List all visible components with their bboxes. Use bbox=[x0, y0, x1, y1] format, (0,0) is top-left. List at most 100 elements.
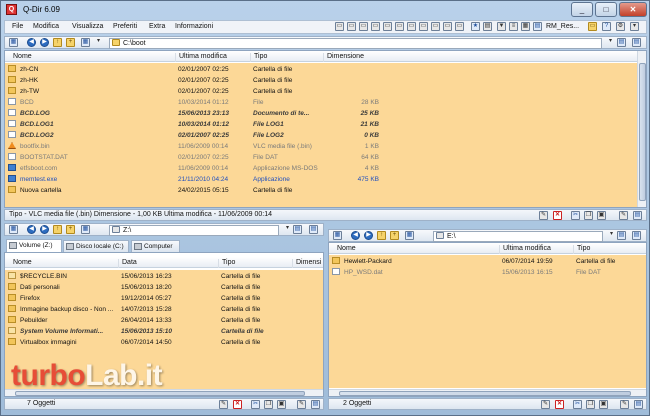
profile-label[interactable]: RM_Res... bbox=[546, 23, 579, 30]
layout-10-icon[interactable]: ▭ bbox=[443, 22, 452, 31]
view-dropdown-icon[interactable]: ▾ bbox=[94, 38, 103, 47]
bl-forward-icon[interactable]: ▶ bbox=[40, 225, 49, 234]
bl-up-folder-icon[interactable]: ↑ bbox=[53, 225, 62, 234]
bl-col-tipo[interactable]: Tipo bbox=[218, 259, 235, 268]
list-item[interactable]: HP_WSD.dat 15/06/2013 16:15 File DAT bbox=[329, 267, 629, 278]
menu-arrow-icon[interactable]: ▾ bbox=[630, 22, 639, 31]
list-item[interactable]: memtest.exe 21/11/2010 04:24 Applicazione 4… bbox=[5, 174, 379, 185]
menu-file[interactable]: File bbox=[12, 23, 23, 30]
br-address-bar[interactable]: E:\ bbox=[433, 231, 603, 242]
br-hscrollbar[interactable] bbox=[329, 389, 646, 396]
list-item[interactable]: Pebuilder 26/04/2014 13:33 Cartella di fil… bbox=[5, 315, 305, 326]
col-tipo[interactable]: Tipo bbox=[250, 53, 267, 62]
bl-new-folder-icon[interactable]: + bbox=[66, 225, 75, 234]
layout-6-icon[interactable]: ▭ bbox=[395, 22, 404, 31]
menu-preferiti[interactable]: Preferiti bbox=[113, 23, 137, 30]
br-back-icon[interactable]: ◀ bbox=[351, 231, 360, 240]
tab-volume-z[interactable]: Volume (Z:) bbox=[6, 239, 62, 252]
list-item[interactable]: zh-CN 02/01/2007 02:25 Cartella di file bbox=[5, 64, 305, 75]
filter-icon[interactable]: ▼ bbox=[497, 22, 506, 31]
cut-icon[interactable]: ✂ bbox=[571, 211, 580, 220]
layout-8-icon[interactable]: ▭ bbox=[419, 22, 428, 31]
br-col-ultima-modifica[interactable]: Ultima modifica bbox=[499, 245, 551, 254]
br-col-nome[interactable]: Nome bbox=[334, 245, 356, 254]
br-view-mode-icon[interactable]: ▦ bbox=[405, 231, 414, 240]
br-properties-icon[interactable]: ▤ bbox=[634, 400, 643, 409]
top-scroll-thumb[interactable] bbox=[639, 63, 646, 201]
app-icon[interactable]: Q bbox=[6, 4, 17, 15]
tab-disco-locale-c[interactable]: Disco locale (C:) bbox=[63, 240, 129, 252]
list-item[interactable]: BOOTSTAT.DAT 02/01/2007 02:25 File DAT 64 K… bbox=[5, 152, 379, 163]
bl-delete-icon[interactable]: ✕ bbox=[233, 400, 242, 409]
bl-properties-icon[interactable]: ▤ bbox=[311, 400, 320, 409]
col-nome[interactable]: Nome bbox=[10, 53, 32, 62]
list-item[interactable]: BCD.LOG2 02/01/2007 02:25 File LOG2 0 KB bbox=[5, 130, 379, 141]
settings-icon[interactable]: ⚙ bbox=[616, 22, 625, 31]
layout-11-icon[interactable]: ▭ bbox=[455, 22, 464, 31]
list-item[interactable]: BCD 10/03/2014 01:12 File 28 KB bbox=[5, 97, 379, 108]
list-item[interactable]: Firefox 19/12/2014 05:27 Cartella di file bbox=[5, 293, 305, 304]
br-delete-icon[interactable]: ✕ bbox=[555, 400, 564, 409]
layout-9-icon[interactable]: ▭ bbox=[431, 22, 440, 31]
br-paste-icon[interactable]: ▣ bbox=[599, 400, 608, 409]
layout-5-icon[interactable]: ▭ bbox=[383, 22, 392, 31]
menu-extra[interactable]: Extra bbox=[149, 23, 165, 30]
list-item[interactable]: etfsboot.com 11/06/2009 00:14 Applicazione… bbox=[5, 163, 379, 174]
bl-copy-icon[interactable]: ❐ bbox=[264, 400, 273, 409]
address-dropdown-icon[interactable]: ▾ bbox=[606, 38, 615, 47]
list-item[interactable]: Virtualbox immagini 06/07/2014 14:50 Carte… bbox=[5, 337, 305, 348]
br-copy-icon[interactable]: ❐ bbox=[586, 400, 595, 409]
bl-paste-icon[interactable]: ▣ bbox=[277, 400, 286, 409]
properties-icon[interactable]: ▤ bbox=[633, 211, 642, 220]
bl-options-icon[interactable]: ▤ bbox=[309, 225, 318, 234]
list-item[interactable]: $RECYCLE.BIN 15/06/2013 16:23 Cartella di … bbox=[5, 271, 305, 282]
view-mode-icon[interactable]: ▦ bbox=[81, 38, 90, 47]
maximize-button[interactable]: □ bbox=[595, 2, 617, 17]
bl-address-bar[interactable]: Z:\ bbox=[109, 225, 279, 236]
layout-7-icon[interactable]: ▭ bbox=[407, 22, 416, 31]
br-view-icon[interactable]: ▦ bbox=[333, 231, 342, 240]
top-address-bar[interactable]: C:\boot bbox=[109, 38, 602, 49]
layout-1-icon[interactable]: ▭ bbox=[335, 22, 344, 31]
br-address-dropdown-icon[interactable]: ▾ bbox=[607, 231, 616, 240]
br-up-folder-icon[interactable]: ↑ bbox=[377, 231, 386, 240]
menu-visualizza[interactable]: Visualizza bbox=[72, 23, 103, 30]
list-item[interactable]: Nuova cartella 24/02/2015 05:15 Cartella d… bbox=[5, 185, 305, 196]
br-new-folder-icon[interactable]: + bbox=[390, 231, 399, 240]
layout-4-icon[interactable]: ▭ bbox=[371, 22, 380, 31]
view-icon[interactable]: ▦ bbox=[521, 22, 530, 31]
menu-informazioni[interactable]: Informazioni bbox=[175, 23, 213, 30]
list-item[interactable]: Dati personali 15/06/2013 18:20 Cartella d… bbox=[5, 282, 305, 293]
layout-2-icon[interactable]: ▭ bbox=[347, 22, 356, 31]
br-options-icon[interactable]: ▤ bbox=[632, 231, 641, 240]
pane-view-icon[interactable]: ▦ bbox=[9, 38, 18, 47]
list-item[interactable]: System Volume Informati... 15/06/2013 15:… bbox=[5, 326, 305, 337]
br-forward-icon[interactable]: ▶ bbox=[364, 231, 373, 240]
br-hscroll-thumb[interactable] bbox=[339, 391, 631, 396]
bl-view-icon[interactable]: ▦ bbox=[9, 225, 18, 234]
list-item[interactable]: zh-TW 02/01/2007 02:25 Cartella di file bbox=[5, 86, 305, 97]
br-rename-icon[interactable]: ✎ bbox=[620, 400, 629, 409]
list-item[interactable]: zh-HK 02/01/2007 02:25 Cartella di file bbox=[5, 75, 305, 86]
copy-icon[interactable]: ❐ bbox=[584, 211, 593, 220]
paste-icon[interactable]: ▣ bbox=[597, 211, 606, 220]
bl-cut-icon[interactable]: ✂ bbox=[251, 400, 260, 409]
folder-icon[interactable]: ▭ bbox=[588, 22, 597, 31]
layout-3-icon[interactable]: ▭ bbox=[359, 22, 368, 31]
list-item[interactable]: Immagine backup disco - Non ... 14/07/201… bbox=[5, 304, 305, 315]
tab-computer[interactable]: Computer bbox=[131, 240, 180, 252]
top-pane-options-icon[interactable]: ▤ bbox=[632, 38, 641, 47]
br-display-icon[interactable]: ▤ bbox=[617, 231, 626, 240]
bl-rename-icon[interactable]: ✎ bbox=[297, 400, 306, 409]
bl-filter-tool-icon[interactable]: ✎ bbox=[219, 400, 228, 409]
new-folder-icon[interactable]: + bbox=[66, 38, 75, 47]
br-col-tipo[interactable]: Tipo bbox=[573, 245, 590, 254]
profile-icon[interactable]: ▤ bbox=[533, 22, 542, 31]
list-item[interactable]: BCD.LOG1 10/03/2014 01:12 File LOG1 21 KB bbox=[5, 119, 379, 130]
col-ultima-modifica[interactable]: Ultima modifica bbox=[175, 53, 227, 62]
list-item[interactable]: Hewlett-Packard 06/07/2014 19:59 Cartella … bbox=[329, 256, 629, 267]
bl-col-data[interactable]: Data bbox=[118, 259, 137, 268]
delete-icon[interactable]: ✕ bbox=[553, 211, 562, 220]
top-pane-display-icon[interactable]: ▤ bbox=[617, 38, 626, 47]
back-icon[interactable]: ◀ bbox=[27, 38, 36, 47]
